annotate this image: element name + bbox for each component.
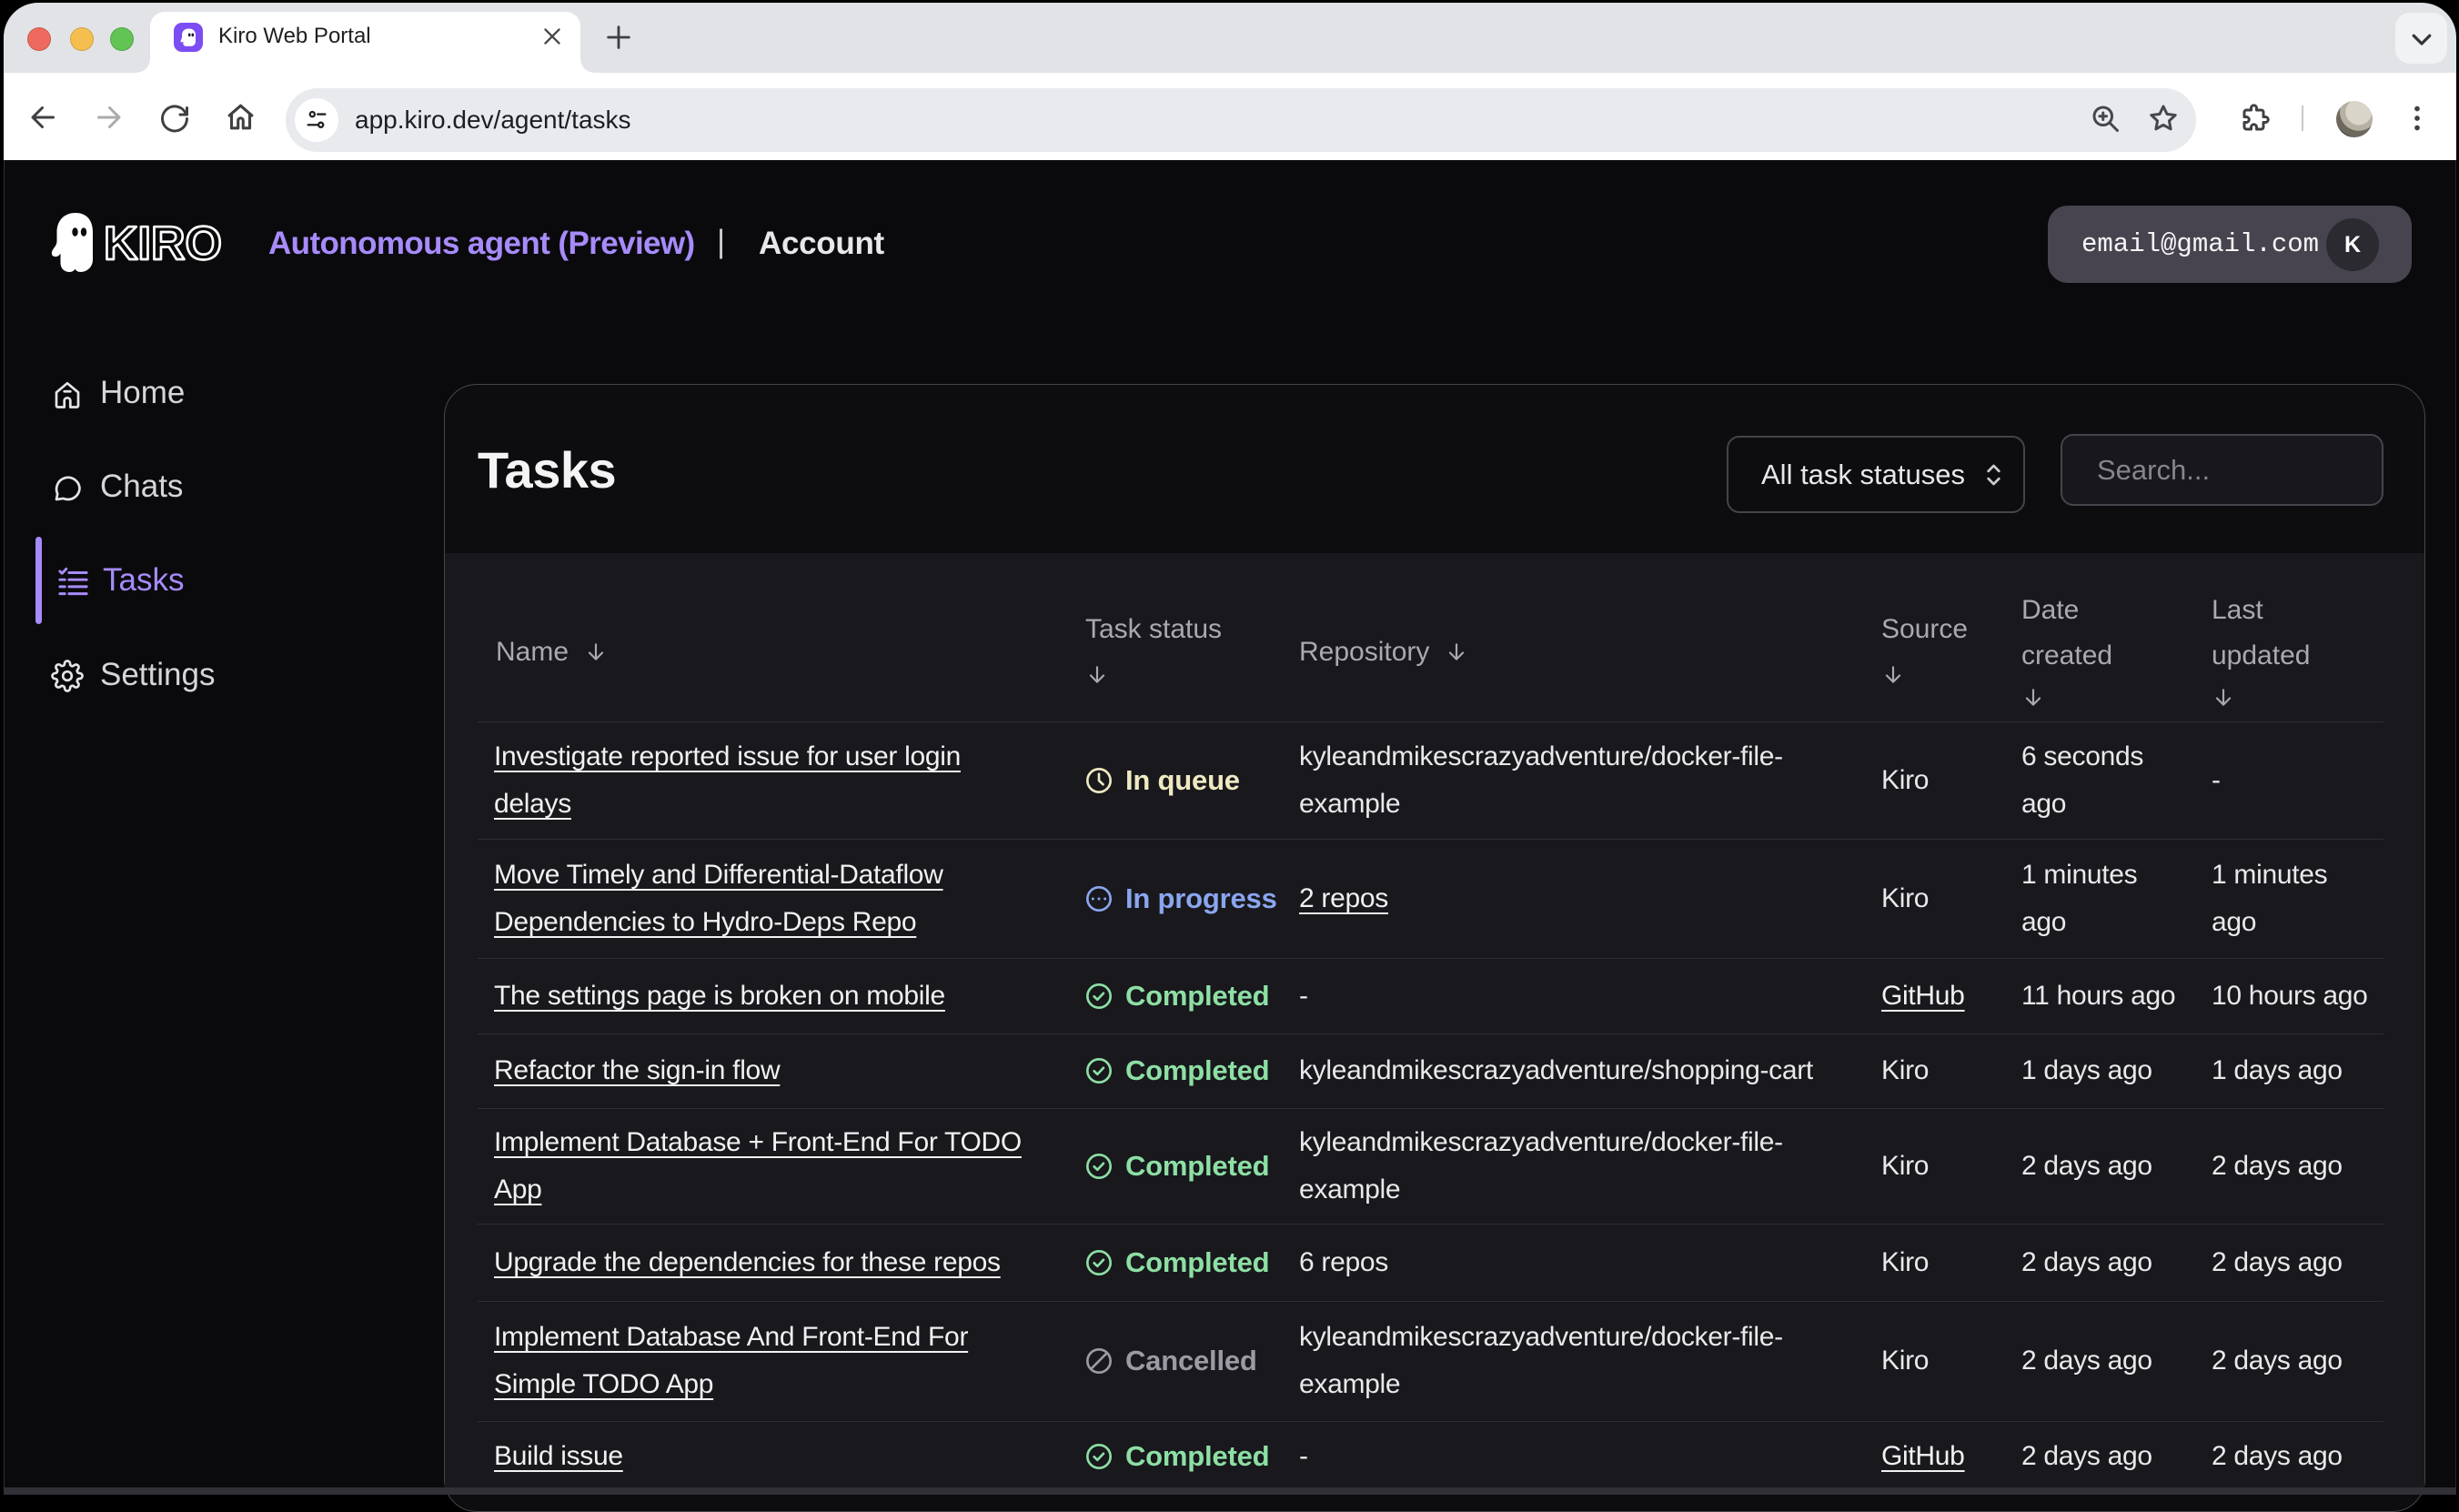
svg-text:KIRO: KIRO: [104, 217, 222, 270]
